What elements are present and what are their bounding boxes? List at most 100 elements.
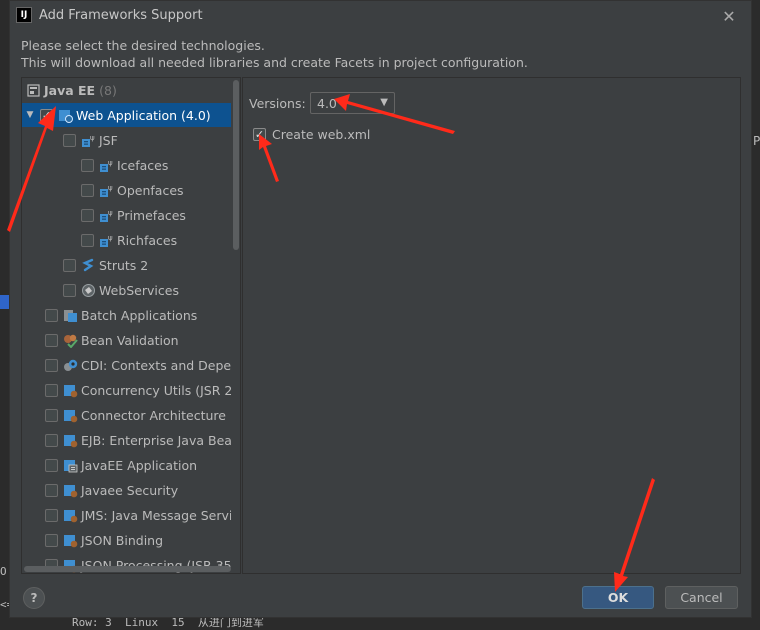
jsf-icon: ψ	[98, 182, 114, 198]
tree-item-json-binding[interactable]: JSON Binding	[22, 528, 231, 552]
tree-item-struts2[interactable]: Struts 2	[22, 253, 231, 277]
batch-icon	[62, 307, 78, 323]
backdrop-selection-strip	[0, 295, 9, 309]
tree-item-icefaces[interactable]: ψ Icefaces	[22, 153, 231, 177]
jsf-icon: ψ	[98, 232, 114, 248]
tree-vertical-scrollbar[interactable]	[232, 78, 240, 565]
tree-group-label: Java EE	[44, 82, 96, 98]
tree-group-count: (8)	[99, 82, 117, 98]
tree-item-cdi[interactable]: CDI: Contexts and Depend	[22, 353, 231, 377]
tree-item-label: WebServices	[99, 282, 179, 298]
chevron-down-icon[interactable]: ▼	[24, 109, 36, 121]
tree-item-label: JavaEE Application	[81, 457, 198, 473]
create-webxml-checkbox[interactable]: ✓	[253, 128, 266, 141]
tree-item-label: EJB: Enterprise Java Beans	[81, 432, 231, 448]
svg-text:ψ: ψ	[108, 209, 113, 217]
struts-icon	[80, 257, 96, 273]
tree-item-label: Primefaces	[117, 207, 186, 223]
tree-item-jsf[interactable]: ψ JSF	[22, 128, 231, 152]
add-frameworks-dialog: IJ Add Frameworks Support ✕ Please selec…	[9, 0, 752, 618]
versions-dropdown[interactable]: 4.0 ▼	[310, 92, 395, 114]
description-line-2: This will download all needed libraries …	[21, 55, 528, 70]
svg-text:ψ: ψ	[108, 234, 113, 242]
jsf-checkbox[interactable]	[63, 133, 76, 147]
ejb-checkbox[interactable]	[45, 433, 58, 447]
icefaces-checkbox[interactable]	[81, 158, 94, 172]
svg-text:ψ: ψ	[108, 184, 113, 192]
javaee-module-icon	[62, 482, 78, 498]
tree-item-label: JSON Binding	[81, 532, 164, 548]
batch-applications-checkbox[interactable]	[45, 308, 58, 322]
bean-validation-checkbox[interactable]	[45, 333, 58, 347]
tree-item-label: Concurrency Utils (JSR 236	[81, 382, 231, 398]
richfaces-checkbox[interactable]	[81, 233, 94, 247]
close-icon[interactable]: ✕	[719, 6, 739, 26]
svg-text:ψ: ψ	[90, 134, 95, 142]
tree-item-label: Connector Architecture (JS	[81, 407, 231, 423]
tree-item-label: Web Application (4.0)	[76, 107, 211, 123]
tree-item-label: Bean Validation	[81, 332, 179, 348]
tree-item-label: CDI: Contexts and Depend	[81, 357, 231, 373]
jsf-icon: ψ	[98, 207, 114, 223]
webservices-checkbox[interactable]	[63, 283, 76, 297]
chevron-down-icon: ▼	[380, 97, 388, 108]
tree-item-ejb[interactable]: EJB: Enterprise Java Beans	[22, 428, 231, 452]
framework-config-panel: Versions: 4.0 ▼ ✓ Create web.xml	[242, 77, 741, 574]
web-app-icon	[57, 107, 73, 123]
intellij-app-icon: IJ	[16, 7, 32, 23]
tree-item-label: Openfaces	[117, 182, 184, 198]
tree-item-web-application[interactable]: ▼ ✓ Web Application (4.0)	[22, 103, 231, 127]
javaee-group-icon	[25, 82, 41, 98]
help-button[interactable]: ?	[23, 587, 45, 609]
tree-item-label: Icefaces	[117, 157, 169, 173]
tree-item-connector-architecture[interactable]: Connector Architecture (JS	[22, 403, 231, 427]
create-webxml-option[interactable]: ✓ Create web.xml	[253, 127, 370, 142]
javaee-module-icon	[62, 382, 78, 398]
primefaces-checkbox[interactable]	[81, 208, 94, 222]
javaee-module-icon	[62, 407, 78, 423]
tree-horizontal-scrollbar[interactable]	[22, 565, 231, 573]
tree-item-label: Struts 2	[99, 257, 149, 273]
tree-item-label: Richfaces	[117, 232, 178, 248]
webservices-icon	[80, 282, 96, 298]
tree-item-label: JSF	[99, 132, 118, 148]
javaee-app-icon	[62, 457, 78, 473]
tree-item-javaee-security[interactable]: Javaee Security	[22, 478, 231, 502]
openfaces-checkbox[interactable]	[81, 183, 94, 197]
struts2-checkbox[interactable]	[63, 258, 76, 272]
javaee-security-checkbox[interactable]	[45, 483, 58, 497]
dialog-titlebar[interactable]: IJ Add Frameworks Support ✕	[10, 1, 751, 31]
web-application-checkbox[interactable]: ✓	[40, 108, 53, 122]
tree-item-batch-applications[interactable]: Batch Applications	[22, 303, 231, 327]
tree-item-richfaces[interactable]: ψ Richfaces	[22, 228, 231, 252]
tree-item-primefaces[interactable]: ψ Primefaces	[22, 203, 231, 227]
javaee-module-icon	[62, 432, 78, 448]
concurrency-utils-checkbox[interactable]	[45, 383, 58, 397]
tree-group-javaee[interactable]: Java EE (8)	[22, 78, 231, 102]
scrollbar-thumb[interactable]	[24, 566, 231, 572]
cancel-button[interactable]: Cancel	[665, 586, 738, 609]
versions-label: Versions:	[249, 96, 306, 111]
jms-checkbox[interactable]	[45, 508, 58, 522]
tree-item-javaee-application[interactable]: JavaEE Application	[22, 453, 231, 477]
tree-item-concurrency-utils[interactable]: Concurrency Utils (JSR 236	[22, 378, 231, 402]
technologies-tree[interactable]: Java EE (8) ▼ ✓ Web Application (4.0) ψ …	[21, 77, 241, 574]
json-binding-checkbox[interactable]	[45, 533, 58, 547]
cdi-icon	[62, 357, 78, 373]
connector-architecture-checkbox[interactable]	[45, 408, 58, 422]
tree-item-jms[interactable]: JMS: Java Message Service	[22, 503, 231, 527]
tree-item-openfaces[interactable]: ψ Openfaces	[22, 178, 231, 202]
javaee-application-checkbox[interactable]	[45, 458, 58, 472]
dialog-title: Add Frameworks Support	[39, 8, 203, 23]
cdi-checkbox[interactable]	[45, 358, 58, 372]
description-line-1: Please select the desired technologies.	[21, 38, 265, 53]
create-webxml-label: Create web.xml	[272, 127, 371, 142]
svg-text:ψ: ψ	[108, 159, 113, 167]
tree-item-label: Javaee Security	[81, 482, 179, 498]
tree-item-webservices[interactable]: WebServices	[22, 278, 231, 302]
javaee-module-icon	[62, 532, 78, 548]
ok-button[interactable]: OK	[582, 586, 654, 609]
scrollbar-thumb[interactable]	[233, 80, 239, 250]
tree-item-bean-validation[interactable]: Bean Validation	[22, 328, 231, 352]
jsf-icon: ψ	[80, 132, 96, 148]
